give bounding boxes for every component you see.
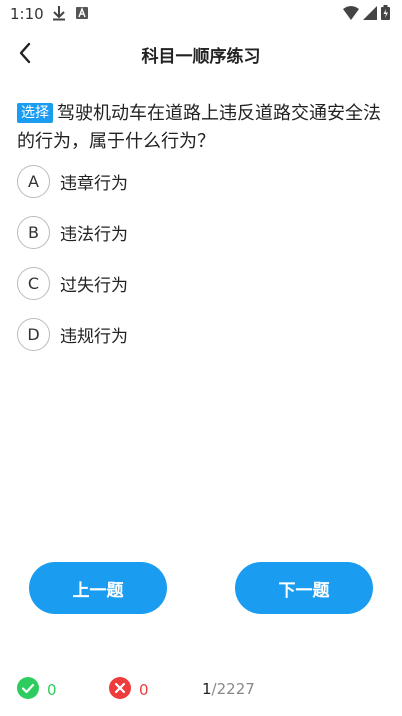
prev-question-button[interactable]: 上一题 (29, 562, 167, 614)
option-a[interactable]: A 违章行为 (17, 164, 128, 198)
question: 选择 驾驶机动车在道路上违反道路交通安全法的行为，属于什么行为？ (17, 100, 389, 156)
option-text: 过失行为 (60, 275, 128, 296)
option-d[interactable]: D 违规行为 (17, 317, 128, 351)
next-question-button[interactable]: 下一题 (235, 562, 373, 614)
page-title: 科目一顺序练习 (141, 47, 261, 67)
correct-stat[interactable]: 0 (17, 677, 57, 703)
wrong-stat[interactable]: 0 (109, 677, 149, 703)
wifi-icon (343, 5, 359, 24)
wrong-count: 0 (139, 681, 149, 699)
correct-count: 0 (47, 681, 57, 699)
option-c[interactable]: C 过失行为 (17, 266, 128, 300)
option-text: 违法行为 (60, 224, 128, 245)
signal-icon (363, 5, 377, 24)
x-circle-icon (109, 677, 131, 703)
current-question-number: 1 (202, 680, 212, 698)
status-bar: 1:10 (0, 0, 402, 28)
option-text: 违规行为 (60, 326, 128, 347)
total-questions: /2227 (211, 680, 255, 698)
option-letter: B (17, 215, 50, 249)
download-icon (52, 5, 66, 25)
option-b[interactable]: B 违法行为 (17, 215, 128, 249)
check-circle-icon (17, 677, 39, 703)
option-text: 违章行为 (60, 173, 128, 194)
title-bar: 科目一顺序练习 (0, 30, 402, 78)
question-type-badge: 选择 (17, 103, 53, 123)
app-notification-icon (76, 7, 88, 23)
option-letter: D (17, 317, 50, 351)
question-progress[interactable]: 1/2227 (202, 680, 255, 698)
option-letter: C (17, 266, 50, 300)
battery-icon (381, 5, 390, 24)
question-text: 驾驶机动车在道路上违反道路交通安全法的行为，属于什么行为？ (17, 103, 381, 152)
status-right-icons (343, 5, 390, 24)
answer-stats-bar: 0 0 1/2227 (0, 672, 402, 706)
option-letter: A (17, 164, 50, 198)
status-time: 1:10 (10, 5, 44, 23)
